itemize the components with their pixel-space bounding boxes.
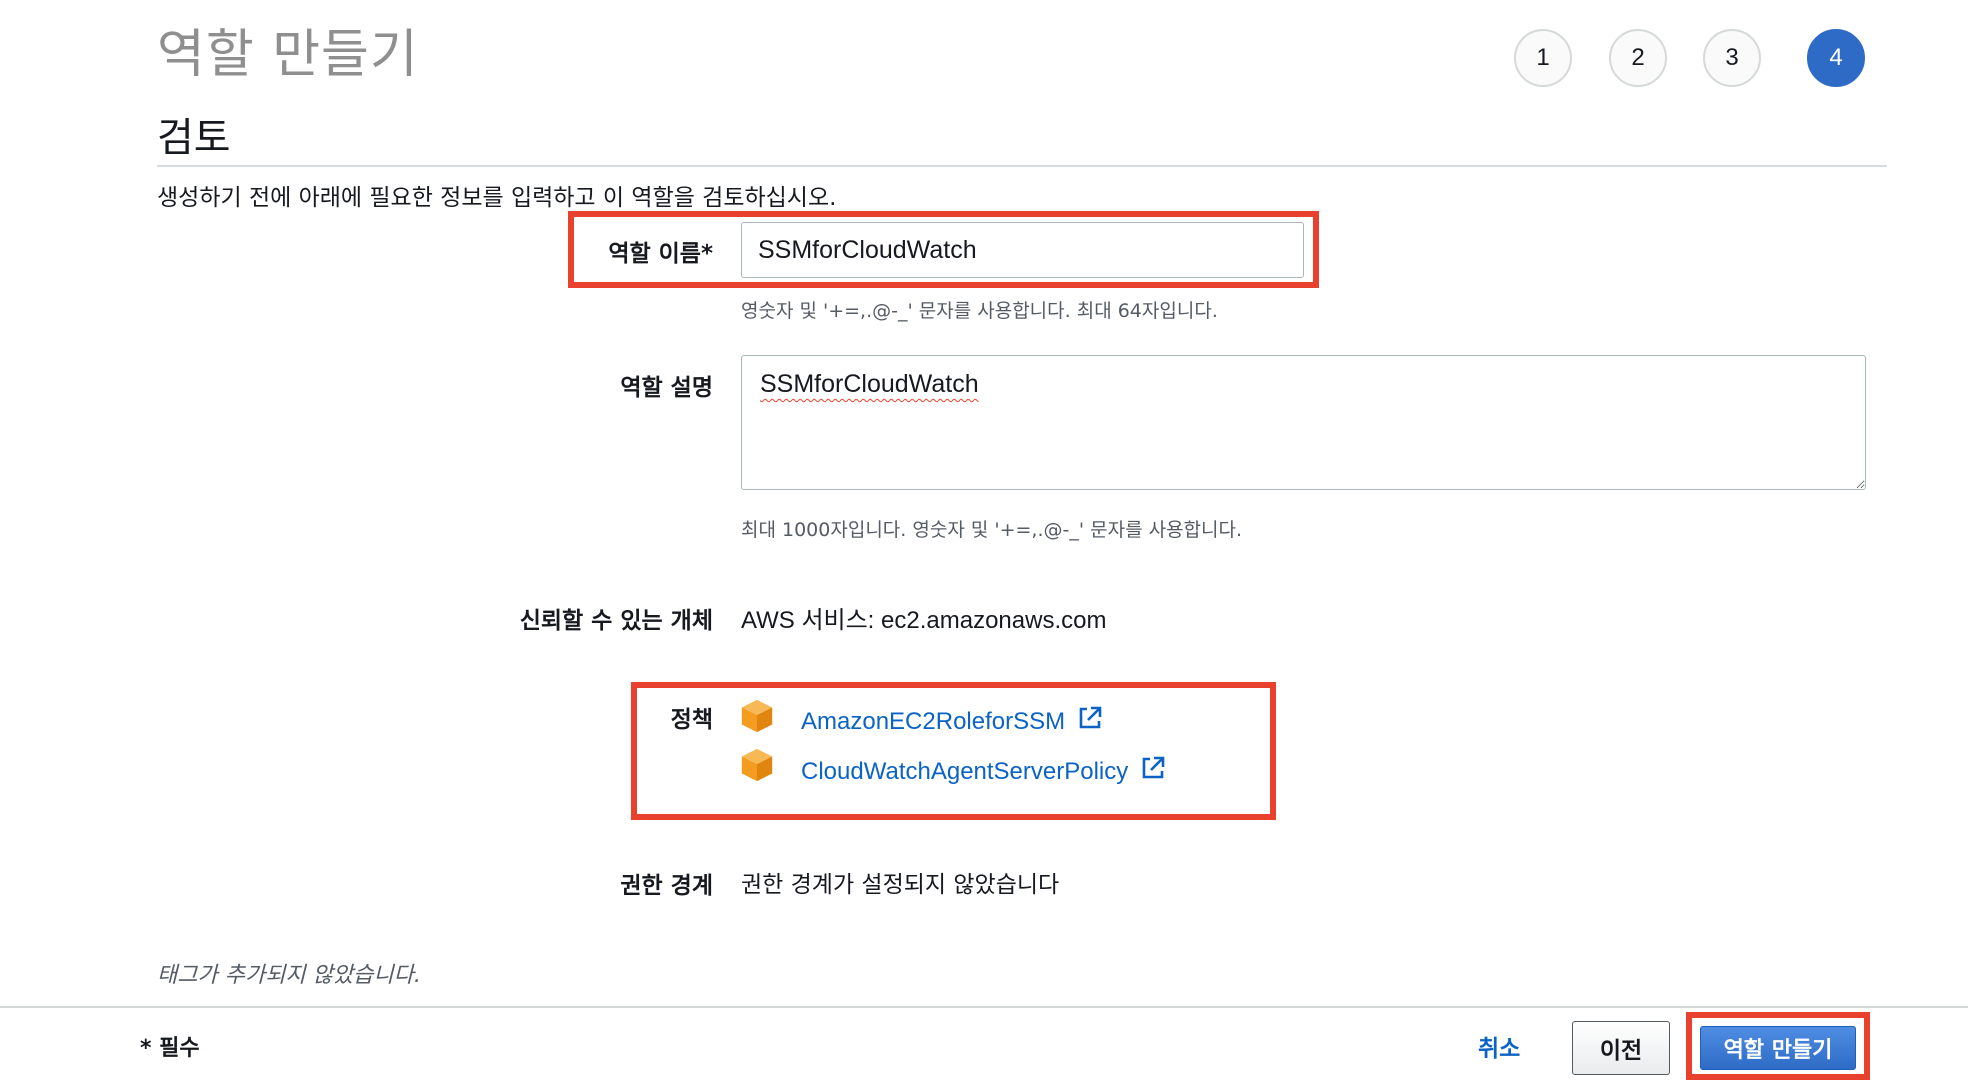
create-role-review-page: 역할 만들기 1 2 3 4 검토 생성하기 전에 아래에 필요한 정보를 입력…: [0, 0, 1968, 1084]
step-4-current: 4: [1807, 29, 1865, 87]
policy-item[interactable]: AmazonEC2RoleforSSM: [801, 704, 1104, 736]
previous-button[interactable]: 이전: [1572, 1021, 1670, 1075]
intro-text: 생성하기 전에 아래에 필요한 정보를 입력하고 이 역할을 검토하십시오.: [157, 185, 837, 211]
create-role-highlight: 역할 만들기: [1686, 1012, 1870, 1080]
policies-label: 정책: [670, 707, 713, 733]
section-title: 검토: [157, 115, 231, 161]
role-description-textarea[interactable]: SSMforCloudWatch: [741, 355, 1866, 490]
footer-divider: [0, 1006, 1968, 1008]
policy-box-icon: [738, 697, 776, 739]
page-title: 역할 만들기: [157, 25, 419, 85]
step-3[interactable]: 3: [1703, 29, 1761, 87]
tags-note: 태그가 추가되지 않았습니다.: [157, 963, 421, 988]
section-divider: [157, 165, 1887, 167]
trusted-entity-value: AWS 서비스: ec2.amazonaws.com: [741, 607, 1107, 634]
permissions-boundary-value: 권한 경계가 설정되지 않았습니다: [741, 872, 1060, 898]
role-description-hint: 최대 1000자입니다. 영숫자 및 '+=,.@-_' 문자를 사용합니다.: [741, 519, 1243, 541]
cancel-link[interactable]: 취소: [1478, 1029, 1520, 1063]
role-name-input[interactable]: [741, 222, 1304, 278]
policy-link-cloudwatchagentserverpolicy[interactable]: CloudWatchAgentServerPolicy: [801, 758, 1128, 785]
policy-link-amazonec2roleforssm[interactable]: AmazonEC2RoleforSSM: [801, 708, 1065, 735]
external-link-icon: [1079, 706, 1102, 729]
policy-box-icon: [738, 746, 776, 788]
step-2[interactable]: 2: [1609, 29, 1667, 87]
role-name-hint: 영숫자 및 '+=,.@-_' 문자를 사용합니다. 최대 64자입니다.: [741, 300, 1218, 322]
role-name-label: 역할 이름*: [608, 241, 713, 267]
role-description-label: 역할 설명: [620, 375, 713, 401]
step-1[interactable]: 1: [1514, 29, 1572, 87]
policy-item[interactable]: CloudWatchAgentServerPolicy: [801, 754, 1167, 786]
required-note: * 필수: [140, 1036, 200, 1061]
policies-highlight: [631, 682, 1276, 820]
create-role-button[interactable]: 역할 만들기: [1700, 1026, 1856, 1070]
external-link-icon: [1143, 756, 1165, 779]
trusted-entity-label: 신뢰할 수 있는 개체: [519, 608, 713, 634]
permissions-boundary-label: 권한 경계: [620, 873, 713, 899]
